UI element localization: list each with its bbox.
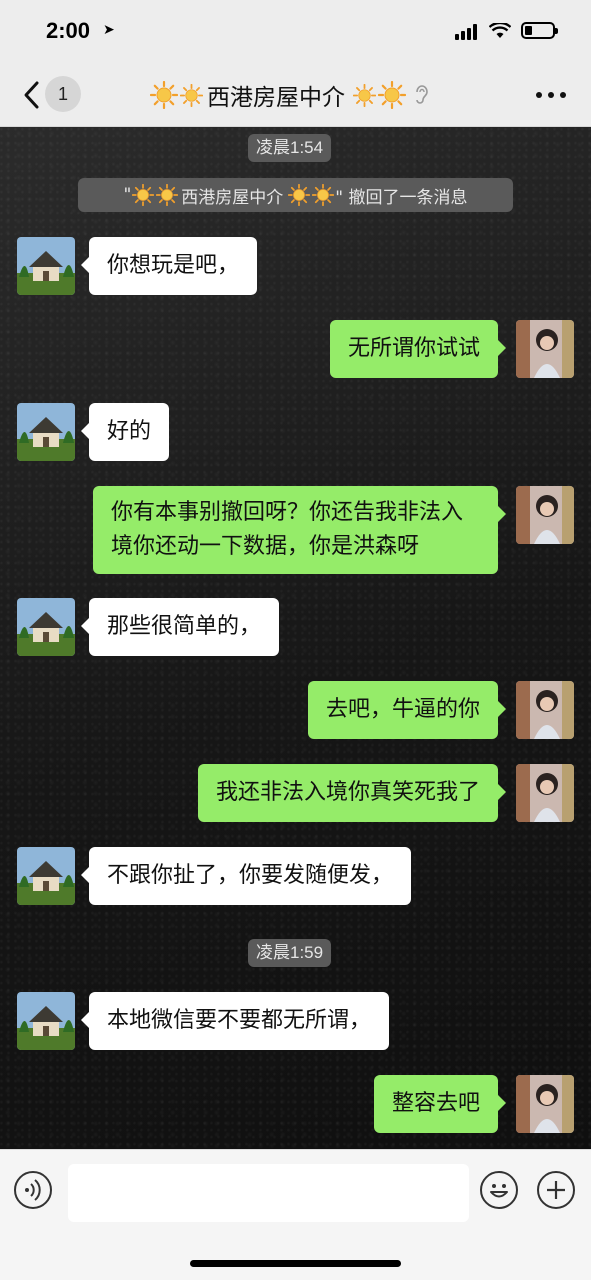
my-avatar[interactable] (516, 1075, 574, 1133)
sun-icon (156, 184, 179, 206)
sun-icon (132, 184, 155, 206)
emoji-icon[interactable] (480, 1171, 518, 1209)
chat-header: 1 西港房屋中介 (0, 62, 591, 127)
status-bar: 2:00 ➤ (0, 0, 591, 62)
sun-icon (378, 81, 406, 109)
message-bubble-incoming[interactable]: 那些很简单的， (80, 598, 280, 656)
more-options-icon[interactable] (536, 92, 566, 98)
message-bubble-outgoing[interactable]: 我还非法入境你真笑死我了 (197, 764, 507, 822)
contact-avatar[interactable] (17, 847, 75, 905)
chat-history[interactable]: 凌晨1:54 " 西港房屋中介 " 撤回了一条消息 你想玩是吧， 无所谓你试试 … (0, 127, 591, 1149)
sun-icon (150, 81, 178, 109)
chat-title-text: 西港房屋中介 (207, 85, 345, 111)
unread-count-badge[interactable]: 1 (45, 76, 81, 112)
contact-avatar[interactable] (17, 237, 75, 295)
sun-icon (180, 83, 203, 107)
message-bubble-outgoing[interactable]: 去吧，牛逼的你 (307, 681, 507, 739)
wifi-icon (489, 23, 511, 38)
ear-icon (416, 85, 428, 104)
message-bubble-incoming[interactable]: 本地微信要不要都无所谓， (80, 992, 390, 1050)
location-arrow-icon: ➤ (103, 22, 115, 38)
message-bubble-incoming[interactable]: 你想玩是吧， (80, 237, 258, 295)
timestamp: 凌晨1:54 (248, 134, 332, 162)
contact-avatar[interactable] (17, 992, 75, 1050)
message-bubble-outgoing[interactable]: 你有本事别撤回呀？你还告我非法入境你还动一下数据，你是洪森呀 (93, 486, 506, 574)
contact-avatar[interactable] (17, 598, 75, 656)
recall-quote-open: " (123, 185, 132, 205)
back-chevron-icon[interactable] (20, 80, 44, 110)
recall-suffix: " 撤回了一条消息 (335, 187, 468, 208)
sun-icon (288, 184, 311, 206)
status-time: 2:00 (46, 18, 91, 43)
timestamp: 凌晨1:59 (248, 939, 332, 967)
message-bubble-outgoing[interactable]: 无所谓你试试 (329, 320, 507, 378)
contact-avatar[interactable] (17, 403, 75, 461)
my-avatar[interactable] (516, 320, 574, 378)
recall-notice: " 西港房屋中介 " 撤回了一条消息 (78, 178, 513, 212)
message-bubble-incoming[interactable]: 好的 (80, 403, 170, 461)
input-bar (0, 1149, 591, 1280)
message-bubble-outgoing[interactable]: 整容去吧 (373, 1075, 507, 1133)
battery-icon (521, 22, 558, 39)
voice-icon[interactable] (14, 1171, 52, 1209)
message-bubble-incoming[interactable]: 不跟你扯了，你要发随便发， (80, 847, 412, 905)
my-avatar[interactable] (516, 486, 574, 544)
message-input[interactable] (68, 1164, 469, 1222)
sun-icon (312, 184, 335, 206)
home-indicator[interactable] (190, 1260, 401, 1267)
sun-icon (353, 83, 376, 107)
recall-sender-name: 西港房屋中介 (181, 187, 284, 208)
signal-icon (455, 24, 481, 40)
chat-title: 西港房屋中介 (150, 76, 430, 114)
my-avatar[interactable] (516, 681, 574, 739)
plus-icon[interactable] (537, 1171, 575, 1209)
my-avatar[interactable] (516, 764, 574, 822)
